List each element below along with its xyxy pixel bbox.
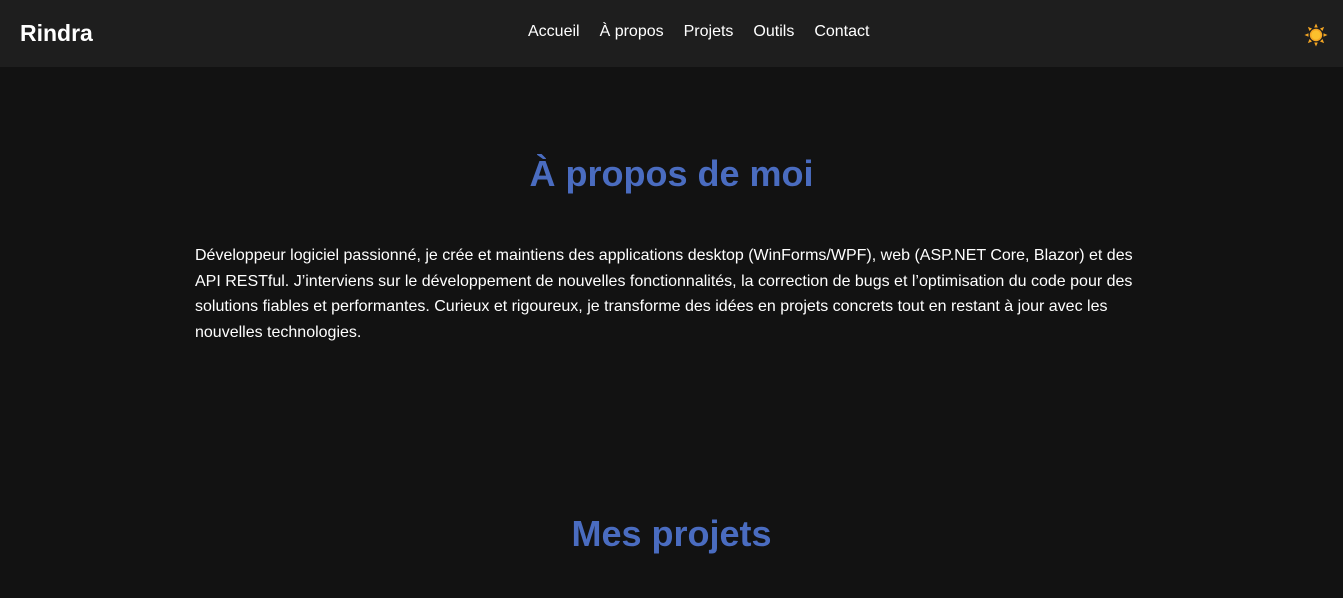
- nav-link-contact[interactable]: Contact: [804, 22, 879, 42]
- nav-link-projets[interactable]: Projets: [674, 22, 744, 42]
- nav-link-accueil[interactable]: Accueil: [518, 22, 590, 42]
- about-paragraph: Développeur logiciel passionné, je crée …: [195, 247, 1133, 341]
- nav-link-a-propos[interactable]: À propos: [590, 22, 674, 42]
- nav-link-outils[interactable]: Outils: [743, 22, 804, 42]
- navbar: Rindra Accueil À propos Projets Outils C…: [0, 0, 1343, 67]
- brand-logo[interactable]: Rindra: [20, 19, 93, 47]
- sun-icon: [1304, 23, 1328, 47]
- about-title: À propos de moi: [529, 153, 814, 194]
- main-nav: Accueil À propos Projets Outils Contact: [518, 22, 879, 42]
- theme-toggle-button[interactable]: [1304, 23, 1328, 47]
- projects-title: Mes projets: [571, 513, 772, 554]
